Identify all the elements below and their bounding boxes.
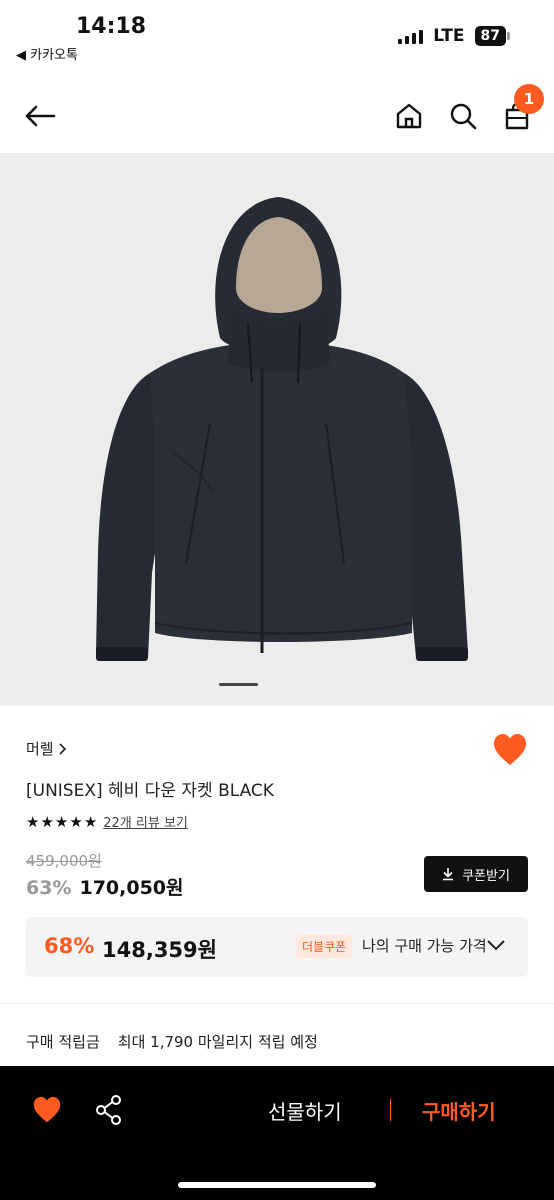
brand-name: 머렐: [26, 740, 54, 758]
my-price: 148,359원: [102, 938, 217, 962]
back-arrow-icon: [25, 105, 56, 127]
heart-icon: [494, 734, 526, 765]
chevron-down-icon: [487, 940, 505, 951]
home-button[interactable]: [390, 96, 428, 136]
heart-icon: [33, 1096, 61, 1123]
brand-link[interactable]: 머렐: [26, 738, 68, 759]
points-value: 최대 1,790 마일리지 적립 예정: [117, 1033, 318, 1051]
rating-stars: ★ ★ ★ ★ ★: [26, 814, 97, 830]
my-discount-rate: 68%: [44, 934, 95, 958]
search-button[interactable]: [444, 96, 482, 136]
back-to-app-link[interactable]: ◀ 카카오톡: [16, 44, 78, 63]
home-indicator: [178, 1182, 376, 1188]
star-icon: ★: [69, 812, 83, 831]
star-icon: ★: [54, 812, 69, 831]
product-image[interactable]: [0, 153, 554, 706]
home-icon: [396, 103, 422, 129]
star-icon: ★: [83, 812, 98, 831]
carousel-indicator: [219, 683, 258, 686]
star-icon: ★: [26, 812, 40, 831]
status-bar: 14:18 ◀ 카카오톡 LTE 87: [0, 0, 554, 70]
coupon-button-label: 쿠폰받기: [462, 868, 510, 884]
status-indicators: LTE 87: [398, 26, 510, 46]
signal-icon: [398, 28, 424, 44]
chevron-right-icon: [59, 742, 66, 755]
wishlist-button[interactable]: [492, 733, 528, 767]
product-name: [UNISEX] 헤비 다운 자켓 BLACK: [26, 781, 274, 801]
share-button[interactable]: [94, 1094, 124, 1126]
price-row: 63% 170,050원: [26, 873, 184, 900]
download-icon: [443, 868, 454, 881]
points-row: 구매 적립금 최대 1,790 마일리지 적립 예정: [26, 1031, 318, 1052]
back-button[interactable]: [20, 96, 60, 136]
double-coupon-badge: 더블쿠폰: [296, 935, 353, 958]
review-link[interactable]: 22개 리뷰 보기: [103, 812, 188, 831]
my-price-label: 나의 구매 가능 가격: [362, 937, 487, 955]
bottom-wishlist-button[interactable]: [32, 1096, 62, 1124]
sale-price: 170,050원: [79, 877, 184, 899]
down-jacket-image: [96, 197, 468, 661]
battery-level: 87: [474, 26, 506, 46]
discount-rate: 63%: [26, 877, 72, 899]
cart-count-badge: 1: [514, 84, 544, 114]
battery-icon: 87: [474, 26, 510, 46]
section-divider: [0, 1003, 554, 1004]
bottom-action-bar: 선물하기 구매하기: [0, 1066, 554, 1200]
gift-button[interactable]: 선물하기: [268, 1096, 342, 1125]
app-header: [0, 80, 554, 152]
rating-row: ★ ★ ★ ★ ★ 22개 리뷰 보기: [26, 812, 188, 832]
coupon-download-button[interactable]: 쿠폰받기: [424, 856, 528, 892]
buy-button[interactable]: 구매하기: [422, 1096, 496, 1125]
bottom-divider: [390, 1099, 391, 1121]
points-label: 구매 적립금: [26, 1033, 100, 1051]
my-price-box[interactable]: 68% 148,359원 더블쿠폰 나의 구매 가능 가격: [26, 917, 528, 977]
original-price: 459,000원: [26, 852, 102, 870]
network-label: LTE: [433, 26, 465, 46]
search-icon: [450, 103, 477, 130]
status-time: 14:18: [76, 14, 147, 39]
share-icon: [96, 1095, 121, 1125]
star-icon: ★: [40, 812, 54, 831]
